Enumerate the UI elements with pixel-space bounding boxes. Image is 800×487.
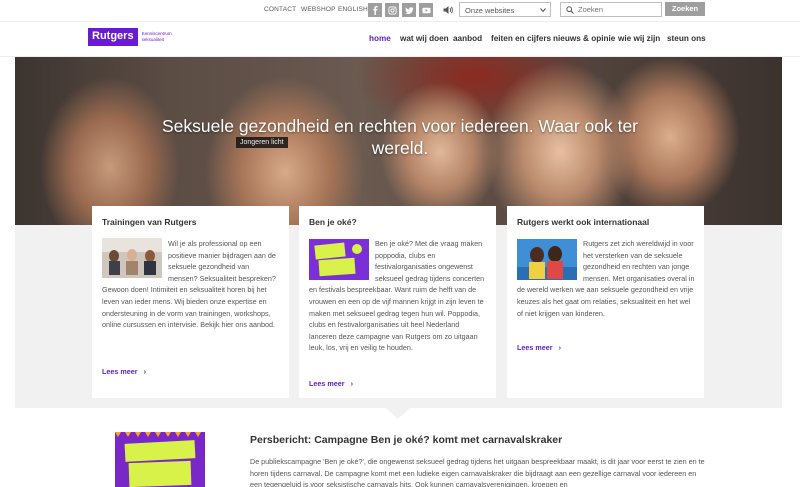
contact-link[interactable]: CONTACT <box>264 6 296 13</box>
logo-wordmark: Rutgers <box>88 28 138 46</box>
card-body: Rutgers zet zich wereldwijd in voor het … <box>517 238 695 319</box>
hero-banner: Seksuele gezondheid en rechten voor iede… <box>15 57 782 225</box>
chevron-right-icon: › <box>143 367 146 376</box>
international-photo <box>517 238 583 281</box>
search-box <box>560 2 662 17</box>
training-photo <box>102 238 168 280</box>
hero-title: Seksuele gezondheid en rechten voor iede… <box>161 116 639 158</box>
main-header: Rutgers Kenniscentrum seksualiteit home … <box>0 21 800 57</box>
nav-aanbod[interactable]: aanbod <box>453 34 482 43</box>
read-more-label: Lees meer <box>309 379 345 388</box>
utility-bar: CONTACT WEBSHOP ENGLISH Onze websites Zo… <box>0 0 800 21</box>
search-button[interactable]: Zoeken <box>665 2 705 16</box>
chevron-right-icon: › <box>350 379 353 388</box>
twitter-icon[interactable] <box>402 3 416 17</box>
read-more-link[interactable]: Lees meer › <box>517 343 561 352</box>
card-title: Trainingen van Rutgers <box>102 217 197 227</box>
nav-wie-wij-zijn[interactable]: wie wij zijn <box>618 34 660 43</box>
search-input[interactable] <box>578 4 660 15</box>
speaker-icon[interactable] <box>442 4 454 16</box>
press-title[interactable]: Persbericht: Campagne Ben je oké? komt m… <box>250 434 562 446</box>
nav-steun-ons[interactable]: steun ons <box>667 34 706 43</box>
facebook-icon[interactable] <box>368 3 382 17</box>
english-link[interactable]: ENGLISH <box>338 6 368 13</box>
hero-tooltip: Jongeren licht <box>236 137 288 148</box>
websites-dropdown-value: Onze websites <box>465 6 515 15</box>
read-more-link[interactable]: Lees meer › <box>309 379 353 388</box>
nav-nieuws-opinie[interactable]: nieuws & opinie <box>553 34 615 43</box>
card-body: Wil je als professional op een positieve… <box>102 238 280 331</box>
nav-wat-wij-doen[interactable]: wat wij doen <box>400 34 449 43</box>
rutgers-logo[interactable]: Rutgers Kenniscentrum seksualiteit <box>88 27 182 47</box>
youtube-icon[interactable] <box>419 3 433 17</box>
webshop-link[interactable]: WEBSHOP <box>301 6 336 13</box>
nav-feiten-en-cijfers[interactable]: feiten en cijfers <box>491 34 551 43</box>
chevron-right-icon: › <box>558 343 561 352</box>
read-more-label: Lees meer <box>102 367 138 376</box>
card-body: Ben je oké? Met die vraag maken poppodia… <box>309 238 487 354</box>
card-internationaal: Rutgers werkt ook internationaal Rutgers… <box>507 206 704 398</box>
websites-dropdown[interactable]: Onze websites <box>459 2 551 17</box>
read-more-link[interactable]: Lees meer › <box>102 367 146 376</box>
card-title: Ben je oké? <box>309 217 357 227</box>
card-trainingen: Trainingen van Rutgers Wil je als profes… <box>92 206 289 398</box>
section-pointer <box>386 408 410 419</box>
search-icon <box>566 6 574 14</box>
ben-je-oke-image <box>309 238 375 281</box>
press-text: De publiekscampagne 'Ben je oké?', die o… <box>250 457 705 487</box>
chevron-down-icon <box>540 8 546 13</box>
card-ben-je-oke: Ben je oké? Ben je oké? Met die vraag ma… <box>299 206 496 398</box>
press-campaign-image[interactable] <box>115 432 205 487</box>
nav-home[interactable]: home <box>369 34 391 43</box>
card-title: Rutgers werkt ook internationaal <box>517 217 650 227</box>
instagram-icon[interactable] <box>385 3 399 17</box>
logo-subtitle: Kenniscentrum seksualiteit <box>141 31 172 42</box>
read-more-label: Lees meer <box>517 343 553 352</box>
